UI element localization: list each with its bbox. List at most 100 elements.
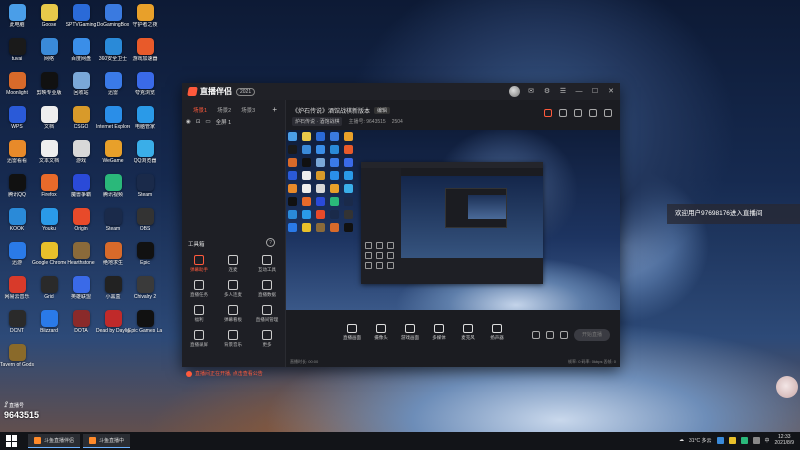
wechat-icon[interactable] xyxy=(740,436,748,444)
tool-item[interactable]: 更多 xyxy=(250,330,284,348)
desktop-icon[interactable]: Internet Explorer xyxy=(96,104,130,138)
desktop-icon[interactable]: 魔兽争霸 xyxy=(64,172,98,206)
tool-item[interactable]: 直播间管理 xyxy=(250,305,284,323)
desktop-icon[interactable]: CSGO xyxy=(64,104,98,138)
control-item[interactable]: 扬声器 xyxy=(487,324,507,341)
desktop-icon[interactable]: 文档 xyxy=(32,104,66,138)
tab-scene-2[interactable]: 场景2 xyxy=(217,106,231,114)
desktop-icon[interactable]: Firefox xyxy=(32,172,66,206)
desktop-icon[interactable]: 此电脑 xyxy=(0,2,34,36)
desktop-icon[interactable]: 夸克浏览 xyxy=(128,70,162,104)
desktop-icon[interactable]: 绝地求生 xyxy=(96,240,130,274)
clock[interactable]: 12:33 2021/8/9 xyxy=(775,434,794,446)
add-scene-button[interactable]: + xyxy=(272,105,277,114)
desktop-icon[interactable]: Grid xyxy=(32,274,66,308)
message-icon[interactable]: ✉ xyxy=(526,87,536,97)
volume-icon[interactable] xyxy=(752,436,760,444)
desktop-icon[interactable]: SPTVGaming xyxy=(64,2,98,36)
desktop-icon[interactable]: 百度网盘 xyxy=(64,36,98,70)
desktop-icon[interactable]: 回收站 xyxy=(64,70,98,104)
version-badge[interactable]: 2021 xyxy=(236,87,256,96)
cat-avatar[interactable] xyxy=(776,376,798,398)
lock-icon[interactable] xyxy=(559,109,567,117)
desktop-icon[interactable]: Chivalry 2 xyxy=(128,274,162,308)
desktop-icon[interactable]: Epic xyxy=(128,240,162,274)
network-icon[interactable] xyxy=(716,436,724,444)
gift-icon[interactable] xyxy=(544,109,552,117)
tab-scene-1[interactable]: 场景1 xyxy=(193,106,207,114)
task-live[interactable]: 斗鱼直播中 xyxy=(83,434,131,448)
desktop-icon[interactable]: Hearthstone xyxy=(64,240,98,274)
control-item[interactable]: 游戏画面 xyxy=(400,324,420,341)
desktop-icon[interactable]: Epic Games Launcher xyxy=(128,308,162,342)
desktop-icon[interactable]: Steam xyxy=(96,206,130,240)
tool-item[interactable]: 直播数据 xyxy=(250,280,284,298)
settings-icon[interactable] xyxy=(560,331,568,339)
scene-source-row[interactable]: ◉ ⊡ ▭ 全屏 1 xyxy=(182,114,285,126)
desktop-icon[interactable]: 电脑管家 xyxy=(128,104,162,138)
settings-icon[interactable]: ⚙ xyxy=(542,87,552,97)
desktop-icon[interactable]: Youku xyxy=(32,206,66,240)
close-icon[interactable]: ✕ xyxy=(606,87,616,97)
desktop-icon[interactable]: 游戏加速器 xyxy=(128,36,162,70)
beauty-icon[interactable] xyxy=(546,331,554,339)
desktop-icon[interactable]: 小黑盒 xyxy=(96,274,130,308)
start-live-button[interactable]: 开始直播 xyxy=(574,329,610,341)
desktop-icon[interactable]: Steam xyxy=(128,172,162,206)
desktop-icon[interactable]: Origin xyxy=(64,206,98,240)
desktop-icon[interactable]: Tavern of Gods xyxy=(0,342,34,376)
tool-item[interactable]: 直播任务 xyxy=(182,280,216,298)
desktop-icon[interactable]: 英雄联盟 xyxy=(64,274,98,308)
desktop-icon[interactable]: 守护者之夜 xyxy=(128,2,162,36)
tool-item[interactable]: 背景音乐 xyxy=(216,330,250,348)
desktop-icon[interactable]: Dead by Daylight xyxy=(96,308,130,342)
desktop-icon[interactable]: OBS xyxy=(128,206,162,240)
maximize-icon[interactable]: ☐ xyxy=(590,87,600,97)
control-item[interactable]: 多媒体 xyxy=(429,324,449,341)
start-icon[interactable] xyxy=(6,435,18,447)
ime-icon[interactable]: 中 xyxy=(765,437,770,444)
tab-scene-3[interactable]: 场景3 xyxy=(241,106,255,114)
desktop-icon[interactable]: Blizzard xyxy=(32,308,66,342)
desktop-icon[interactable]: 360安全卫士 xyxy=(96,36,130,70)
desktop-icon[interactable]: 迅雷看看 xyxy=(0,138,34,172)
weather-text[interactable]: 31°C 多云 xyxy=(689,437,712,444)
desktop-icon[interactable]: 腾讯QQ xyxy=(0,172,34,206)
desktop-icon[interactable]: 腾讯视频 xyxy=(96,172,130,206)
tool-item[interactable]: 互动工具 xyxy=(250,255,284,273)
record-icon[interactable] xyxy=(532,331,540,339)
category-chip[interactable]: 炉石传说 · 酒馆战棋 xyxy=(292,117,343,126)
desktop-icon[interactable]: 网络 xyxy=(32,36,66,70)
menu-icon[interactable]: ☰ xyxy=(558,87,568,97)
task-live-companion[interactable]: 斗鱼直播伴侣 xyxy=(28,434,81,448)
live-notice[interactable]: 直播间正在开播, 点击查看公告 xyxy=(186,370,263,377)
desktop-icon[interactable]: 迅游 xyxy=(0,240,34,274)
control-item[interactable]: 麦克风 xyxy=(458,324,478,341)
desktop-icon[interactable]: DoGamingBox xyxy=(96,2,130,36)
tool-item[interactable]: 福利 xyxy=(182,305,216,323)
desktop-icon[interactable]: 文本文档 xyxy=(32,138,66,172)
tool-item[interactable]: 弹幕看板 xyxy=(216,305,250,323)
tool-item[interactable]: 多人连麦 xyxy=(216,280,250,298)
desktop-icon[interactable]: 网易云音乐 xyxy=(0,274,34,308)
user-avatar[interactable] xyxy=(509,86,520,97)
desktop-icon[interactable]: WeGame xyxy=(96,138,130,172)
app-tray-icon[interactable] xyxy=(728,436,736,444)
desktop-icon[interactable]: QQ浏览器 xyxy=(128,138,162,172)
desktop-icon[interactable]: tuvai xyxy=(0,36,34,70)
desktop-icon[interactable]: DCNT xyxy=(0,308,34,342)
tool-item[interactable]: 弹幕助手 xyxy=(182,255,216,273)
share-icon[interactable] xyxy=(574,109,582,117)
help-icon[interactable]: ? xyxy=(266,238,275,247)
more-icon[interactable] xyxy=(604,109,612,117)
desktop-icon[interactable]: WPS xyxy=(0,104,34,138)
desktop-icon[interactable]: 游戏 xyxy=(64,138,98,172)
desktop-icon[interactable]: Goose xyxy=(32,2,66,36)
desktop-icon[interactable]: Moonlight xyxy=(0,70,34,104)
title-bar[interactable]: 直播伴侣 2021 ✉ ⚙ ☰ — ☐ ✕ xyxy=(182,83,620,100)
lock-icon[interactable]: ⊡ xyxy=(196,119,201,125)
desktop-icon[interactable]: 迅雷 xyxy=(96,70,130,104)
bell-icon[interactable] xyxy=(589,109,597,117)
tool-item[interactable]: 直播录屏 xyxy=(182,330,216,348)
desktop-icon[interactable]: KOOK xyxy=(0,206,34,240)
